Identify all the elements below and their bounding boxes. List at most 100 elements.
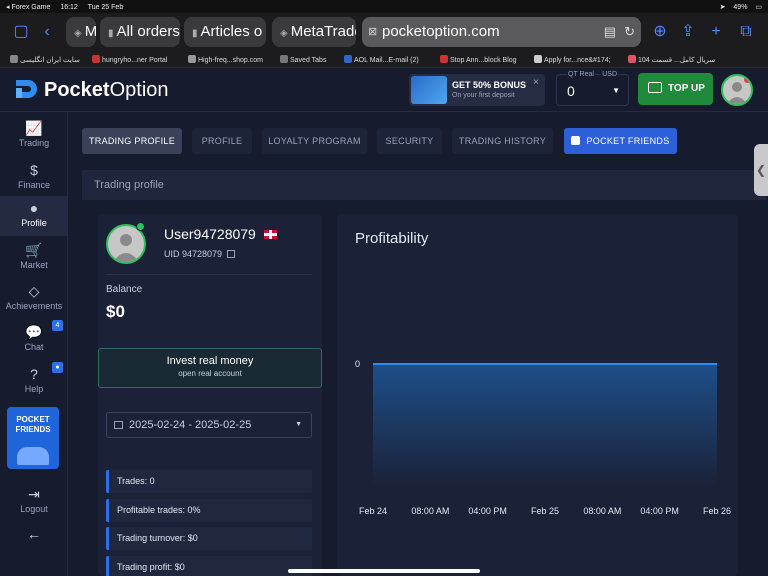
- logout-icon: ⇥: [28, 486, 40, 502]
- browser-tab-bar: ▢ ‹ ◈ M ▮ All orders ▮ Articles o ◈ MetaTrad…: [0, 13, 768, 51]
- bonus-image: [411, 76, 447, 104]
- promo-illustration: [17, 447, 49, 465]
- left-sidebar: 📈 Trading $ Finance ● Profile 🛒 Market ◇ Achi…: [0, 112, 68, 576]
- bookmarks-bar: سایت ایران انگلیسی hungryho...ner Portal…: [0, 51, 768, 68]
- help-badge-icon: ●: [52, 362, 63, 373]
- tab-site-icon: ▮: [192, 28, 198, 39]
- tab-site-icon: ◈: [280, 28, 288, 39]
- sidebar-item-trading[interactable]: 📈 Trading: [0, 116, 68, 156]
- tab-pocket-friends[interactable]: POCKET FRIENDS: [564, 128, 677, 154]
- user-id: UID 94728079: [164, 249, 236, 259]
- account-currency: USD: [601, 71, 618, 78]
- cart-icon: 🛒: [25, 242, 43, 258]
- bookmark-4[interactable]: Saved Tabs: [280, 55, 326, 64]
- copy-icon[interactable]: [227, 250, 236, 258]
- profile-card: User94728079 UID 94728079 Balance $0 Inv…: [98, 214, 322, 576]
- date-range-picker[interactable]: 2025-02-24 - 2025-02-25 ▼: [106, 412, 312, 438]
- balance-label: Balance: [106, 284, 143, 295]
- bookmark-5[interactable]: AOL Mail...E-mail (2): [344, 55, 419, 64]
- reader-icon[interactable]: ▤: [604, 24, 616, 39]
- main-content: TRADING PROFILE PROFILE LOYALTY PROGRAM …: [68, 112, 768, 576]
- browser-tab-3[interactable]: ▮ Articles o: [184, 17, 266, 47]
- tab-trading-history[interactable]: TRADING HISTORY: [452, 128, 553, 154]
- logo[interactable]: PocketOption: [14, 78, 169, 102]
- section-title: Trading profile: [82, 170, 766, 200]
- tab-profile[interactable]: PROFILE: [192, 128, 252, 154]
- bookmark-3[interactable]: High-freq...shop.com: [188, 55, 263, 64]
- stat-trades: Trades: 0: [106, 470, 312, 493]
- calendar-icon: [114, 421, 123, 429]
- dollar-icon: $: [30, 162, 38, 178]
- address-bar[interactable]: ⊠ pocketoption.com ▤ ↻: [362, 17, 641, 47]
- close-icon[interactable]: ×: [533, 77, 539, 88]
- x-tick-label: 08:00 AM: [583, 506, 621, 516]
- bookmark-6[interactable]: Stop Ann...block Blog: [440, 55, 517, 64]
- sidebar-item-help[interactable]: ? Help ●: [0, 362, 68, 402]
- x-tick-label: 08:00 AM: [411, 506, 449, 516]
- collapse-sidebar-button[interactable]: ←: [0, 522, 68, 562]
- bookmark-1[interactable]: سایت ایران انگلیسی: [10, 55, 80, 64]
- pocket-option-logo-icon: [16, 80, 37, 98]
- balance-value: $0: [106, 302, 125, 321]
- pocket-friends-promo[interactable]: POCKET FRIENDS: [7, 407, 59, 469]
- tab-security[interactable]: SECURITY: [377, 128, 442, 154]
- chevron-down-icon: ▼: [612, 86, 620, 95]
- site-header: PocketOption GET 50% BONUS On your first…: [0, 68, 768, 112]
- x-tick-label: 04:00 PM: [468, 506, 507, 516]
- divider: [106, 274, 312, 275]
- bookmark-2[interactable]: hungryho...ner Portal: [92, 55, 167, 64]
- x-tick-label: Feb 26: [703, 506, 731, 516]
- profitability-chart: Profitability 0 Feb 24 08:00 AM 04:00 PM Feb…: [337, 214, 738, 576]
- diamond-icon: ◇: [28, 283, 40, 299]
- sidebar-item-finance[interactable]: $ Finance: [0, 158, 68, 198]
- close-tab-icon[interactable]: ⊠: [368, 17, 377, 47]
- share-icon[interactable]: ⇪: [679, 23, 697, 41]
- tab-site-icon: ◈: [74, 28, 82, 39]
- new-tab-icon[interactable]: +: [707, 23, 725, 41]
- sidebar-item-chat[interactable]: 💬 Chat 4: [0, 320, 68, 360]
- url-text: pocketoption.com: [382, 23, 500, 40]
- notification-dot: [744, 76, 751, 83]
- sidebar-item-profile[interactable]: ● Profile: [0, 196, 68, 236]
- top-up-button[interactable]: TOP UP: [638, 73, 713, 105]
- bonus-banner[interactable]: GET 50% BONUS On your first deposit ×: [409, 74, 545, 106]
- account-type: QT Real: [567, 71, 595, 78]
- logout-button[interactable]: ⇥ Logout: [0, 482, 68, 522]
- status-date: Tue 25 Feb: [87, 4, 124, 11]
- sidebar-item-market[interactable]: 🛒 Market: [0, 238, 68, 278]
- side-panel-handle[interactable]: ❮: [754, 144, 768, 196]
- sidebar-item-achievements[interactable]: ◇ Achievements: [0, 279, 68, 319]
- series-area: [373, 364, 717, 488]
- stat-trading-profit: Trading profit: $0: [106, 556, 312, 576]
- stat-trading-turnover: Trading turnover: $0: [106, 527, 312, 550]
- browser-tab-2[interactable]: ▮ All orders: [100, 17, 180, 47]
- user-silhouette-icon: [113, 234, 139, 262]
- tab-trading-profile[interactable]: TRADING PROFILE: [82, 128, 182, 154]
- wallet-icon: [648, 82, 662, 93]
- chat-badge: 4: [52, 320, 63, 331]
- sidebar-toggle-icon[interactable]: ▢: [12, 23, 30, 41]
- user-icon: ●: [29, 200, 39, 216]
- status-time: 16:12: [60, 4, 78, 11]
- bookmark-8[interactable]: سریال کامل... قسمت 104: [628, 55, 715, 64]
- download-icon[interactable]: ⊕: [651, 23, 669, 41]
- tab-overview-icon[interactable]: ⧉: [737, 23, 755, 41]
- reload-icon[interactable]: ↻: [624, 24, 635, 39]
- pocket-friends-icon: [571, 136, 581, 145]
- y-tick-label: 0: [355, 359, 360, 369]
- home-indicator: [288, 569, 480, 573]
- chevron-down-icon: ▼: [295, 421, 302, 428]
- account-balance: 0: [567, 83, 575, 99]
- x-tick-label: 04:00 PM: [640, 506, 679, 516]
- account-selector[interactable]: QT Real USD 0 ▼: [556, 71, 629, 106]
- tab-loyalty-program[interactable]: LOYALTY PROGRAM: [262, 128, 367, 154]
- back-icon[interactable]: ‹: [38, 23, 56, 41]
- battery-icon: ▭: [755, 4, 762, 11]
- browser-tab-4[interactable]: ◈ MetaTrade: [272, 17, 356, 47]
- browser-tab-1[interactable]: ◈ M: [66, 17, 96, 47]
- chart-canvas: 0 Feb 24 08:00 AM 04:00 PM Feb 25 08:00 AM 04:…: [355, 359, 731, 516]
- bookmark-7[interactable]: Apply for...nce&#174;: [534, 55, 611, 64]
- invest-real-money-button[interactable]: Invest real money open real account: [98, 348, 322, 388]
- back-to-app[interactable]: ◂ Forex Game: [6, 4, 50, 11]
- avatar[interactable]: [721, 74, 753, 106]
